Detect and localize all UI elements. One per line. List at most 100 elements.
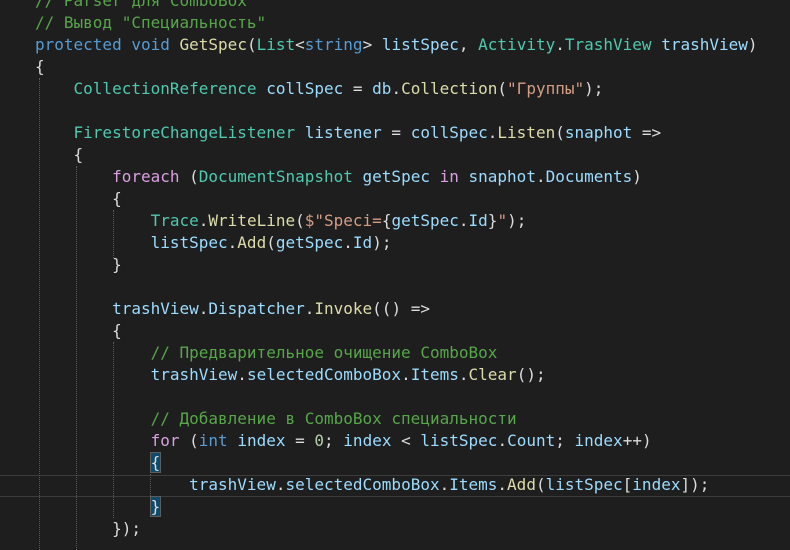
code-token-plain: = — [343, 79, 373, 98]
code-token-var: snaphot — [468, 167, 536, 186]
code-token-plain: . — [487, 123, 498, 142]
code-line[interactable]: FirestoreChangeListener listener = collS… — [35, 122, 662, 144]
code-line[interactable]: { — [35, 188, 122, 210]
code-token-plain: . — [439, 475, 450, 494]
code-token-plain: (); — [516, 365, 546, 384]
code-line[interactable]: { — [35, 320, 122, 342]
code-token-plain: . — [304, 299, 315, 318]
code-token-type: CollectionReference — [73, 79, 257, 98]
code-token-comment: // Предварительное очищение ComboBox — [150, 343, 498, 362]
code-line[interactable]: trashView.selectedComboBox.Items.Add(lis… — [35, 474, 709, 496]
code-token-var: index — [632, 475, 681, 494]
code-token-ctrl: in — [439, 167, 459, 186]
code-token-method: Invoke — [314, 299, 373, 318]
code-line[interactable]: { — [35, 56, 45, 78]
code-line[interactable]: protected void GetSpec(List<string> list… — [35, 34, 758, 56]
code-token-var: collSpec — [266, 79, 344, 98]
code-token-var: listSpec — [150, 233, 228, 252]
code-token-method: Add — [237, 233, 267, 252]
code-token-var: selectedComboBox — [285, 475, 440, 494]
code-token-var: trashView — [189, 475, 276, 494]
code-token-plain: . — [458, 365, 469, 384]
code-line[interactable]: Trace.WriteLine($"Speci={getSpec.Id}"); — [35, 210, 527, 232]
code-token-var: Count — [507, 431, 556, 450]
code-token-plain: ( — [555, 123, 565, 142]
code-token-kw: void — [131, 35, 170, 54]
code-line[interactable]: // Parser для ComboBox — [35, 0, 247, 12]
code-token-plain: , — [458, 35, 479, 54]
code-token-plain: ( — [295, 211, 305, 230]
code-token-str: Speci= — [324, 211, 382, 230]
code-token-plain: } — [35, 255, 122, 274]
code-token-var: Items — [449, 475, 498, 494]
code-token-str: " — [497, 211, 508, 230]
code-token-comment: // Parser для ComboBox — [35, 0, 247, 10]
code-token-var: snaphot — [564, 123, 633, 142]
code-token-plain: . — [198, 299, 209, 318]
code-line[interactable]: listSpec.Add(getSpec.Id); — [35, 232, 392, 254]
code-token-var: Id — [352, 233, 373, 252]
code-line[interactable]: trashView.Dispatcher.Invoke(() => — [35, 298, 430, 320]
code-token-var: getSpec — [275, 233, 344, 252]
code-token-plain: < — [391, 431, 421, 450]
code-line[interactable]: foreach (DocumentSnapshot getSpec in sna… — [35, 166, 642, 188]
code-token-plain: = — [285, 431, 315, 450]
code-token-plain: ( — [179, 431, 199, 450]
code-token-var: listSpec — [381, 35, 459, 54]
code-token-plain: . — [237, 365, 247, 384]
code-token-var: db — [372, 79, 392, 98]
code-token-kw: protected — [35, 35, 122, 54]
code-token-brace: } — [149, 496, 162, 517]
code-token-plain: . — [343, 233, 353, 252]
code-token-plain: . — [401, 365, 411, 384]
code-token-type: TrashView — [564, 35, 652, 54]
code-token-plain: ( — [246, 35, 257, 54]
code-line[interactable]: { — [35, 144, 84, 166]
code-line[interactable]: trashView.selectedComboBox.Items.Clear()… — [35, 364, 546, 386]
code-token-plain: (() => — [372, 299, 430, 318]
code-token-plain: . — [535, 167, 546, 186]
code-token-num: 0 — [314, 431, 325, 450]
code-token-plain: ; — [555, 431, 575, 450]
code-token-plain: } — [487, 211, 498, 230]
code-token-type: Activity — [478, 35, 556, 54]
code-editor[interactable]: // Parser для ComboBox // Вывод "Специаль… — [0, 0, 790, 550]
code-line[interactable]: } — [35, 254, 122, 276]
code-token-type: DocumentSnapshot — [198, 167, 353, 186]
code-line[interactable]: { — [35, 452, 162, 474]
code-token-var: getSpec — [362, 167, 430, 186]
code-token-var: listSpec — [420, 431, 498, 450]
code-token-plain: = — [381, 123, 411, 142]
code-line[interactable]: // Добавление в ComboBox специальности — [35, 408, 517, 430]
code-line[interactable]: // Вывод "Специальность" — [35, 12, 266, 34]
code-token-var: trashView — [150, 365, 238, 384]
code-token-var: Documents — [545, 167, 633, 186]
code-line[interactable]: } — [35, 496, 162, 518]
code-token-var: getSpec — [391, 211, 459, 230]
code-token-plain: { — [35, 321, 122, 340]
code-token-var: index — [237, 431, 286, 450]
code-token-method: Add — [507, 475, 536, 494]
code-token-plain: ( — [497, 79, 508, 98]
code-line[interactable]: }); — [35, 518, 141, 540]
code-token-plain: [ — [622, 475, 633, 494]
code-token-brace: { — [149, 452, 162, 473]
code-token-plain: ( — [179, 167, 199, 186]
code-line[interactable]: CollectionReference collSpec = db.Collec… — [35, 78, 604, 100]
code-token-plain: { — [35, 189, 122, 208]
code-line[interactable]: for (int index = 0; index < listSpec.Cou… — [35, 430, 652, 452]
code-line[interactable]: // Предварительное очищение ComboBox — [35, 342, 498, 364]
code-token-type: Trace — [150, 211, 199, 230]
code-token-plain: . — [497, 431, 508, 450]
code-token-method: Listen — [497, 123, 556, 142]
code-token-var: Items — [410, 365, 459, 384]
